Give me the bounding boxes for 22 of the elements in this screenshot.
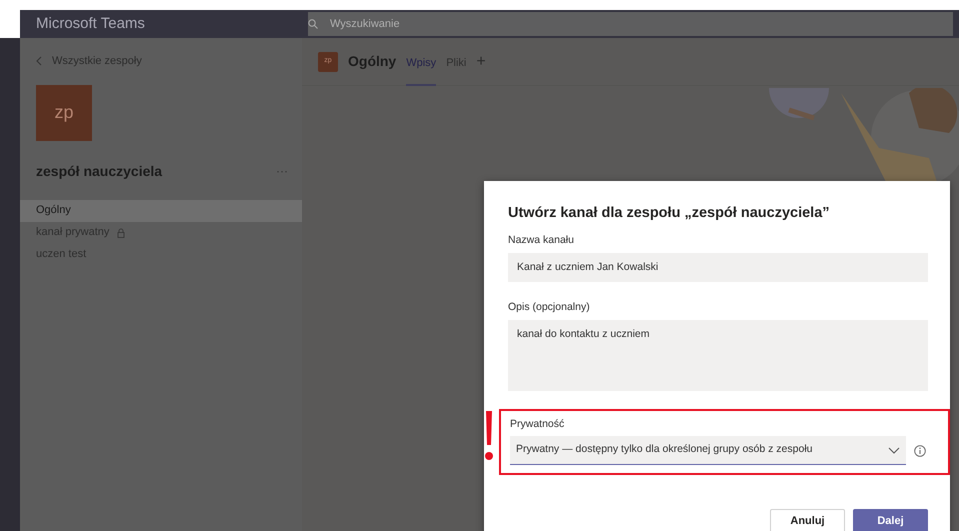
next-button[interactable]: Dalej (853, 509, 928, 531)
add-tab-button[interactable]: + (476, 50, 486, 74)
info-icon[interactable] (914, 444, 926, 457)
chevron-left-icon (36, 56, 42, 66)
exclamation-icon (485, 410, 493, 460)
field-label: Prywatność (510, 416, 566, 432)
description-field[interactable]: kanał do kontaktu z uczniem (508, 320, 928, 391)
channel-title: Ogólny (348, 52, 396, 71)
team-name: zespół nauczyciela (36, 162, 162, 181)
more-button[interactable]: ··· (276, 162, 288, 180)
chevron-down-icon (888, 446, 900, 454)
channel-item[interactable]: Ogólny (20, 200, 302, 222)
field-label: Nazwa kanału (508, 232, 575, 248)
channel-tab[interactable]: Wpisy (406, 41, 436, 86)
field-label: Opis (opcjonalny) (508, 300, 591, 316)
search-field[interactable]: Wyszukiwanie (308, 12, 953, 36)
cancel-button[interactable]: Anuluj (770, 509, 845, 531)
team-avatar: zp (36, 84, 92, 140)
privacy-dropdown[interactable]: Prywatny — dostępny tylko dla określonej grupy osób z zespołu (510, 436, 906, 465)
app-title: Microsoft Teams (35, 14, 146, 34)
dialog-title: Utwórz kanał dla zespołu „zespół nauczyciela” (508, 204, 831, 223)
channel-name-field[interactable]: Kanał z uczniem Jan Kowalski (508, 252, 928, 282)
